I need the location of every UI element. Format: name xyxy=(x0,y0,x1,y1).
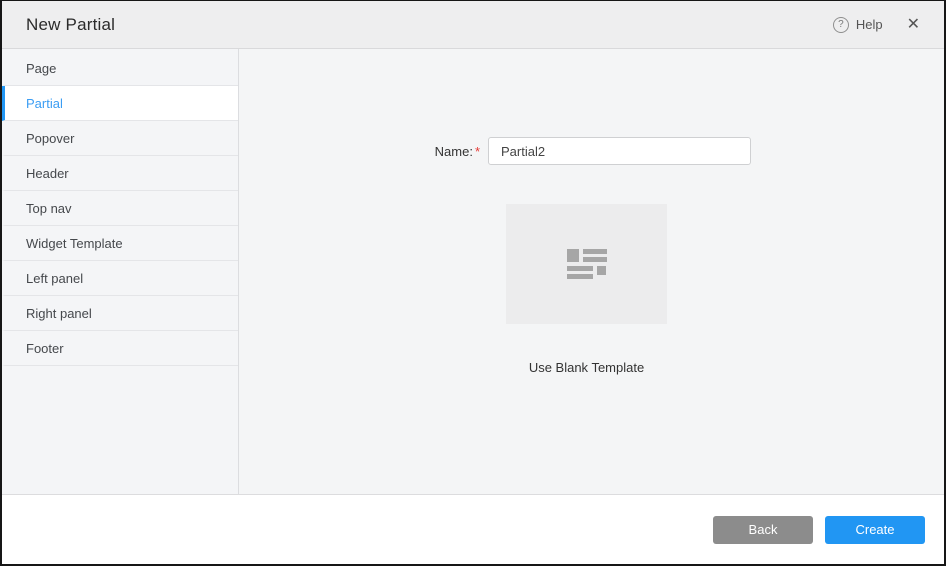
sidebar-item-top-nav[interactable]: Top nav xyxy=(2,191,238,226)
dialog-title: New Partial xyxy=(26,15,115,35)
help-button[interactable]: ? Help xyxy=(833,17,883,33)
icon-bar xyxy=(567,274,593,279)
sidebar-item-left-panel[interactable]: Left panel xyxy=(2,261,238,296)
sidebar-item-label: Popover xyxy=(26,131,74,146)
wireframe-content-icon xyxy=(567,249,607,279)
blank-template-label: Use Blank Template xyxy=(506,360,667,375)
dialog-body: Page Partial Popover Header Top nav Widget Te… xyxy=(2,49,944,494)
help-label: Help xyxy=(856,17,883,32)
close-icon[interactable]: ✕ xyxy=(907,17,920,33)
icon-block xyxy=(567,249,579,262)
sidebar-item-header[interactable]: Header xyxy=(2,156,238,191)
sidebar-item-popover[interactable]: Popover xyxy=(2,121,238,156)
name-row: Name:* xyxy=(239,137,944,165)
icon-block xyxy=(597,266,606,275)
blank-template-card[interactable] xyxy=(506,204,667,324)
sidebar-item-footer[interactable]: Footer xyxy=(2,331,238,366)
sidebar-item-label: Right panel xyxy=(26,306,92,321)
sidebar-item-label: Page xyxy=(26,61,56,76)
name-input[interactable] xyxy=(488,137,751,165)
titlebar: New Partial ? Help ✕ xyxy=(2,1,944,49)
sidebar-item-partial[interactable]: Partial xyxy=(2,86,238,121)
name-label: Name:* xyxy=(239,144,480,159)
sidebar-item-label: Widget Template xyxy=(26,236,123,251)
icon-bar xyxy=(583,249,607,254)
back-button[interactable]: Back xyxy=(713,516,813,544)
sidebar-item-widget-template[interactable]: Widget Template xyxy=(2,226,238,261)
help-icon: ? xyxy=(833,17,849,33)
new-partial-dialog: New Partial ? Help ✕ Page Partial Popover H… xyxy=(0,0,946,566)
sidebar-item-label: Footer xyxy=(26,341,64,356)
sidebar: Page Partial Popover Header Top nav Widget Te… xyxy=(2,49,239,494)
sidebar-item-right-panel[interactable]: Right panel xyxy=(2,296,238,331)
icon-bar xyxy=(583,257,607,262)
main-content: Name:* xyxy=(239,49,944,494)
titlebar-actions: ? Help ✕ xyxy=(833,17,920,33)
icon-bar xyxy=(567,266,593,271)
sidebar-item-label: Header xyxy=(26,166,69,181)
create-button[interactable]: Create xyxy=(825,516,925,544)
required-marker: * xyxy=(475,144,480,159)
name-label-text: Name: xyxy=(435,144,473,159)
sidebar-item-label: Left panel xyxy=(26,271,83,286)
sidebar-item-label: Top nav xyxy=(26,201,72,216)
sidebar-item-label: Partial xyxy=(26,96,63,111)
sidebar-item-page[interactable]: Page xyxy=(2,51,238,86)
footer: Back Create xyxy=(2,494,944,564)
